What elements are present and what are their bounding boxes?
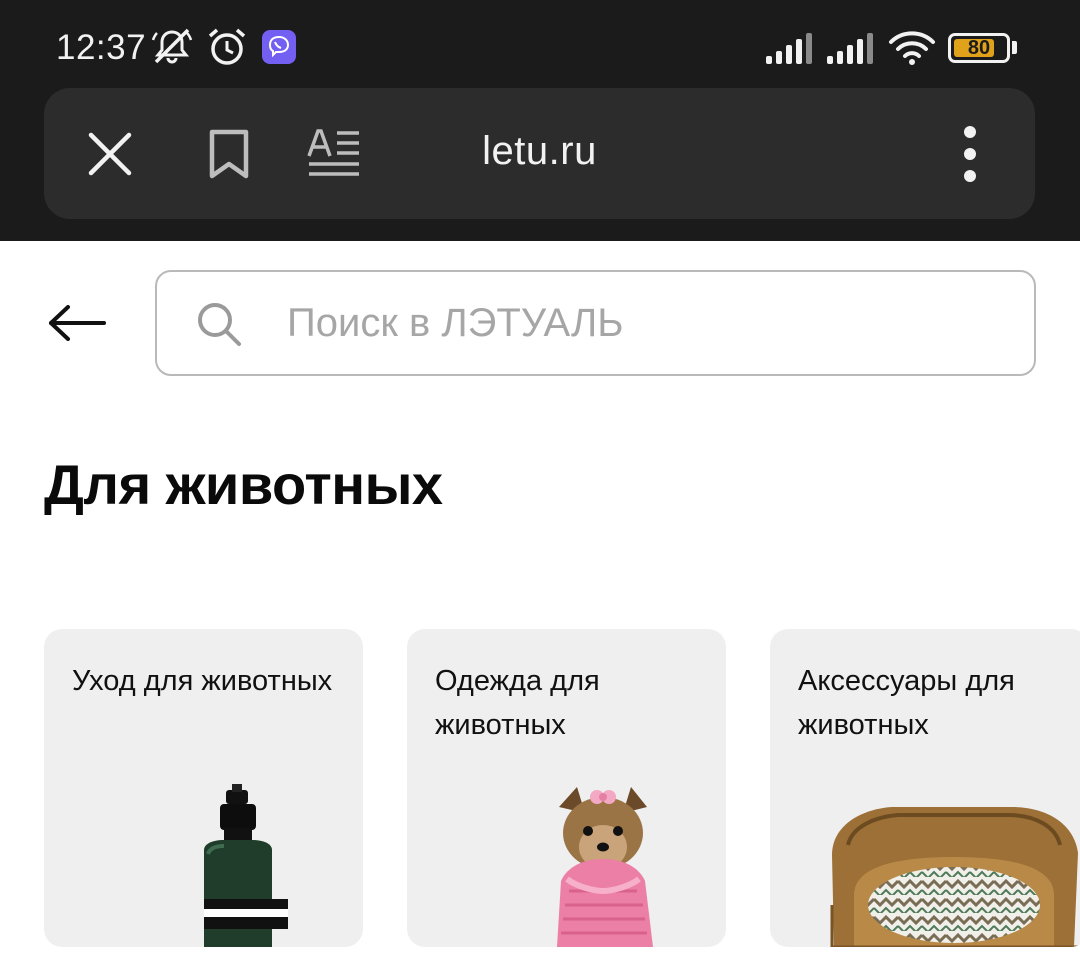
search-icon — [195, 300, 243, 348]
search-box[interactable] — [155, 270, 1036, 376]
battery-icon: 80 — [948, 33, 1010, 63]
signal-sim1-icon — [766, 33, 812, 64]
spray-bottle-image — [204, 784, 288, 947]
battery-tip — [1012, 41, 1017, 54]
category-label: Уход для животных — [72, 665, 333, 697]
status-time: 12:37 — [56, 28, 147, 67]
browser-chrome: 12:37 80 letu.ru — [0, 0, 1080, 241]
viber-icon — [262, 30, 296, 64]
dog-in-sweater-image — [557, 787, 653, 947]
url-bar[interactable]: letu.ru — [44, 88, 1035, 219]
category-label: Одежда для животных — [435, 665, 600, 741]
category-card-accessories[interactable]: Аксессуары для животных — [770, 629, 1080, 947]
status-bar: 12:37 80 — [0, 0, 1080, 86]
back-button[interactable] — [44, 296, 110, 350]
wifi-icon — [889, 31, 935, 65]
page-title: Для животных — [44, 453, 443, 516]
category-label: Аксессуары для животных — [798, 665, 1015, 741]
search-input[interactable] — [287, 294, 987, 352]
more-vertical-icon — [964, 125, 976, 182]
url-text[interactable]: letu.ru — [44, 129, 1035, 174]
alarm-icon — [208, 28, 246, 65]
category-card-clothing[interactable]: Одежда для животных — [407, 629, 726, 947]
category-card-care[interactable]: Уход для животных — [44, 629, 363, 947]
more-menu-button[interactable] — [940, 88, 1000, 219]
pet-bed-image — [830, 807, 1080, 947]
battery-percent: 80 — [967, 37, 991, 59]
arrow-left-icon — [49, 305, 106, 341]
bell-muted-icon — [151, 28, 193, 64]
signal-sim2-icon — [827, 33, 873, 64]
